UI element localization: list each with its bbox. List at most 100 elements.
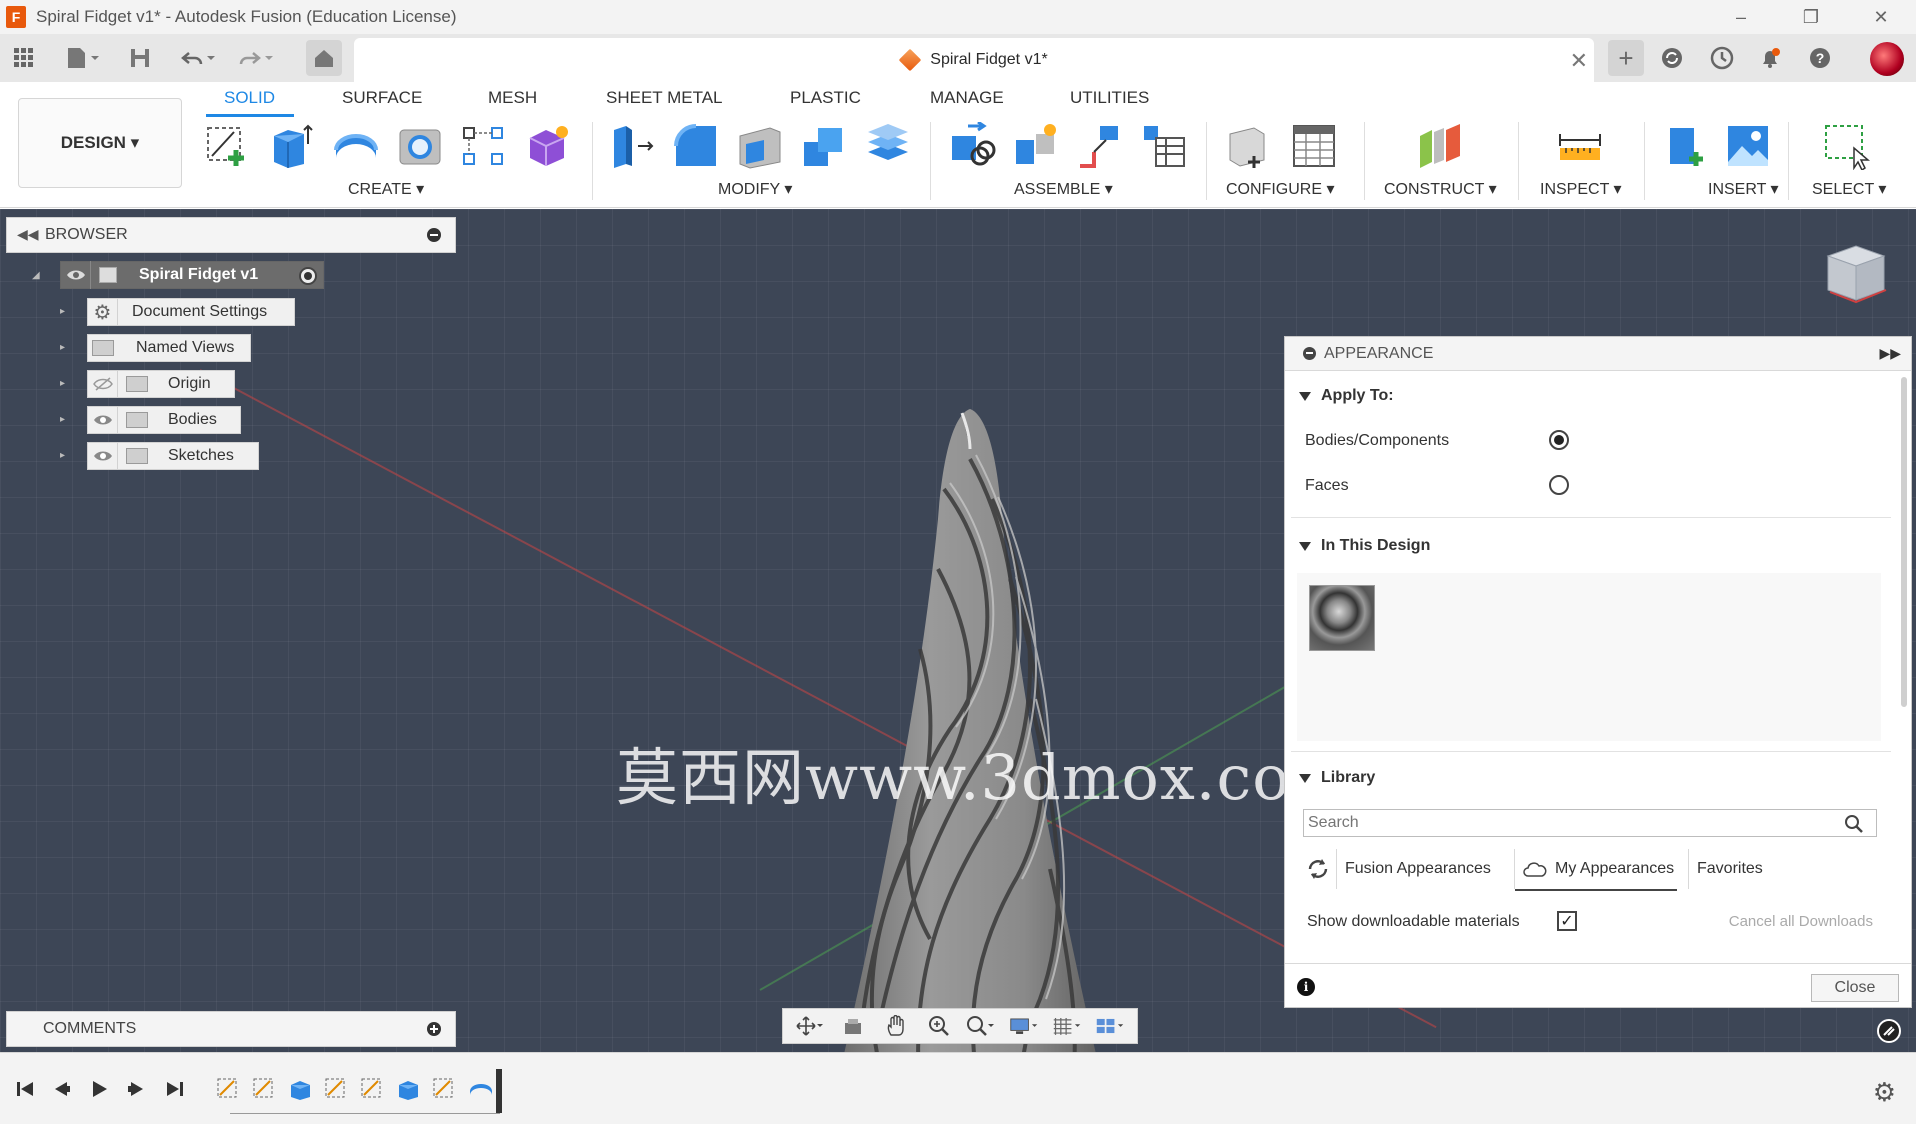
tab-mesh[interactable]: MESH [488,88,537,108]
shell-icon[interactable] [736,122,784,170]
apply-bodies-radio[interactable] [1549,430,1569,450]
timeline-settings-gear-icon[interactable]: ⚙ [1873,1077,1896,1108]
browser-item-named-views[interactable]: Named Views [87,334,251,362]
measure-icon[interactable] [1556,122,1604,170]
timeline-extrude-icon[interactable] [288,1077,314,1101]
go-to-start-icon[interactable] [12,1077,38,1101]
expand-dialog-icon[interactable]: ▶▶ [1879,345,1901,362]
apply-faces-radio[interactable] [1549,475,1569,495]
library-section-toggle[interactable]: Library [1299,769,1375,787]
app-grid-icon[interactable] [10,44,38,72]
inspect-group-dropdown[interactable]: INSPECT ▾ [1540,179,1622,199]
dialog-scrollbar[interactable] [1901,377,1907,707]
display-settings-icon[interactable] [1009,1014,1039,1038]
appearance-header[interactable]: APPEARANCE ▶▶ [1285,337,1911,371]
go-to-end-icon[interactable] [162,1077,188,1101]
collapse-dialog-icon[interactable] [1303,347,1316,360]
restore-button[interactable]: ❐ [1776,0,1846,34]
browser-item-document-settings[interactable]: ⚙ Document Settings [87,298,295,326]
tree-expander-icon[interactable]: ▸ [60,450,70,464]
add-comment-icon[interactable] [427,1022,441,1036]
close-dialog-button[interactable]: Close [1811,974,1899,1002]
insert-canvas-icon[interactable] [1724,122,1772,170]
tab-manage[interactable]: MANAGE [930,88,1004,108]
help-icon[interactable]: ? [1806,44,1834,72]
show-downloadable-checkbox[interactable]: ✓ [1557,911,1577,931]
appearance-swatch[interactable] [1309,585,1375,651]
visibility-eye-icon[interactable] [61,261,91,289]
tab-favorites[interactable]: Favorites [1689,849,1771,889]
document-tab[interactable]: Spiral Fidget v1* ✕ [354,38,1594,82]
job-status-icon[interactable] [1708,44,1736,72]
tab-my-appearances[interactable]: My Appearances [1515,849,1689,889]
library-search-input[interactable] [1303,809,1877,837]
browser-item-sketches[interactable]: Sketches [87,442,259,470]
close-window-button[interactable]: ✕ [1846,0,1916,34]
tree-expander-icon[interactable]: ▸ [60,342,70,356]
tab-utilities[interactable]: UTILITIES [1070,88,1149,108]
browser-panel-header[interactable]: ◀◀ BROWSER [6,217,456,253]
tree-expander-icon[interactable]: ◢ [32,270,42,284]
timeline-marker[interactable] [496,1069,502,1113]
new-tab-icon[interactable]: + [1608,40,1644,76]
timeline-sketch-icon[interactable] [432,1077,458,1101]
step-back-icon[interactable] [48,1077,74,1101]
as-built-joint-icon[interactable] [1076,122,1124,170]
timeline-revolve-icon[interactable] [468,1077,494,1101]
apply-to-section-toggle[interactable]: Apply To: [1299,387,1394,405]
tab-plastic[interactable]: PLASTIC [790,88,861,108]
search-icon[interactable] [1843,813,1865,835]
select-group-dropdown[interactable]: SELECT ▾ [1812,179,1886,199]
insert-group-dropdown[interactable]: INSERT ▾ [1708,179,1779,199]
create-group-dropdown[interactable]: CREATE ▾ [348,179,424,199]
construct-group-dropdown[interactable]: CONSTRUCT ▾ [1384,179,1497,199]
grid-settings-icon[interactable] [1052,1014,1082,1038]
timeline-extrude-icon[interactable] [396,1077,422,1101]
text-commands-icon[interactable] [1876,1018,1902,1044]
select-window-icon[interactable] [1822,122,1870,170]
collapse-panel-icon[interactable]: ◀◀ [17,226,39,243]
tab-fusion-appearances[interactable]: Fusion Appearances [1337,849,1515,889]
extrude-icon[interactable] [268,122,316,170]
user-avatar[interactable] [1870,42,1904,76]
hidden-eye-icon[interactable] [88,370,118,398]
timeline-sketch-icon[interactable] [324,1077,350,1101]
in-this-design-section-toggle[interactable]: In This Design [1299,537,1430,555]
joint-icon[interactable] [1012,122,1060,170]
redo-icon[interactable] [236,44,278,72]
configuration-table-icon[interactable] [1290,122,1338,170]
tab-surface[interactable]: SURFACE [342,88,422,108]
visibility-eye-icon[interactable] [88,406,118,434]
tree-expander-icon[interactable]: ▸ [60,378,70,392]
offset-face-icon[interactable] [864,122,912,170]
new-component-icon[interactable] [948,122,996,170]
pattern-icon[interactable] [460,122,508,170]
info-icon[interactable]: i [1297,978,1315,996]
timeline-sketch-icon[interactable] [216,1077,242,1101]
viewports-icon[interactable] [1095,1014,1125,1038]
tab-sheet-metal[interactable]: SHEET METAL [606,88,723,108]
refresh-library-icon[interactable] [1299,849,1337,889]
configure-group-dropdown[interactable]: CONFIGURE ▾ [1226,179,1334,199]
close-tab-icon[interactable]: ✕ [1570,48,1588,74]
notifications-icon[interactable] [1756,44,1784,72]
comments-panel-header[interactable]: COMMENTS [6,1011,456,1047]
viewcube-icon[interactable] [1820,238,1890,308]
undo-icon[interactable] [178,44,220,72]
modify-group-dropdown[interactable]: MODIFY ▾ [718,179,792,199]
create-form-icon[interactable] [524,122,572,170]
home-icon[interactable] [306,40,342,76]
browser-item-origin[interactable]: Origin [87,370,235,398]
minimize-button[interactable]: – [1706,0,1776,34]
workspace-dropdown[interactable]: DESIGN ▾ [18,98,182,188]
step-forward-icon[interactable] [124,1077,150,1101]
configure-icon[interactable] [1224,122,1272,170]
table-icon[interactable] [1140,122,1188,170]
tree-expander-icon[interactable]: ▸ [60,306,70,320]
play-icon[interactable] [86,1077,112,1101]
zoom-icon[interactable] [924,1014,954,1038]
fillet-icon[interactable] [672,122,720,170]
browser-item-bodies[interactable]: Bodies [87,406,241,434]
file-menu-icon[interactable] [62,44,104,72]
orbit-icon[interactable] [795,1014,825,1038]
